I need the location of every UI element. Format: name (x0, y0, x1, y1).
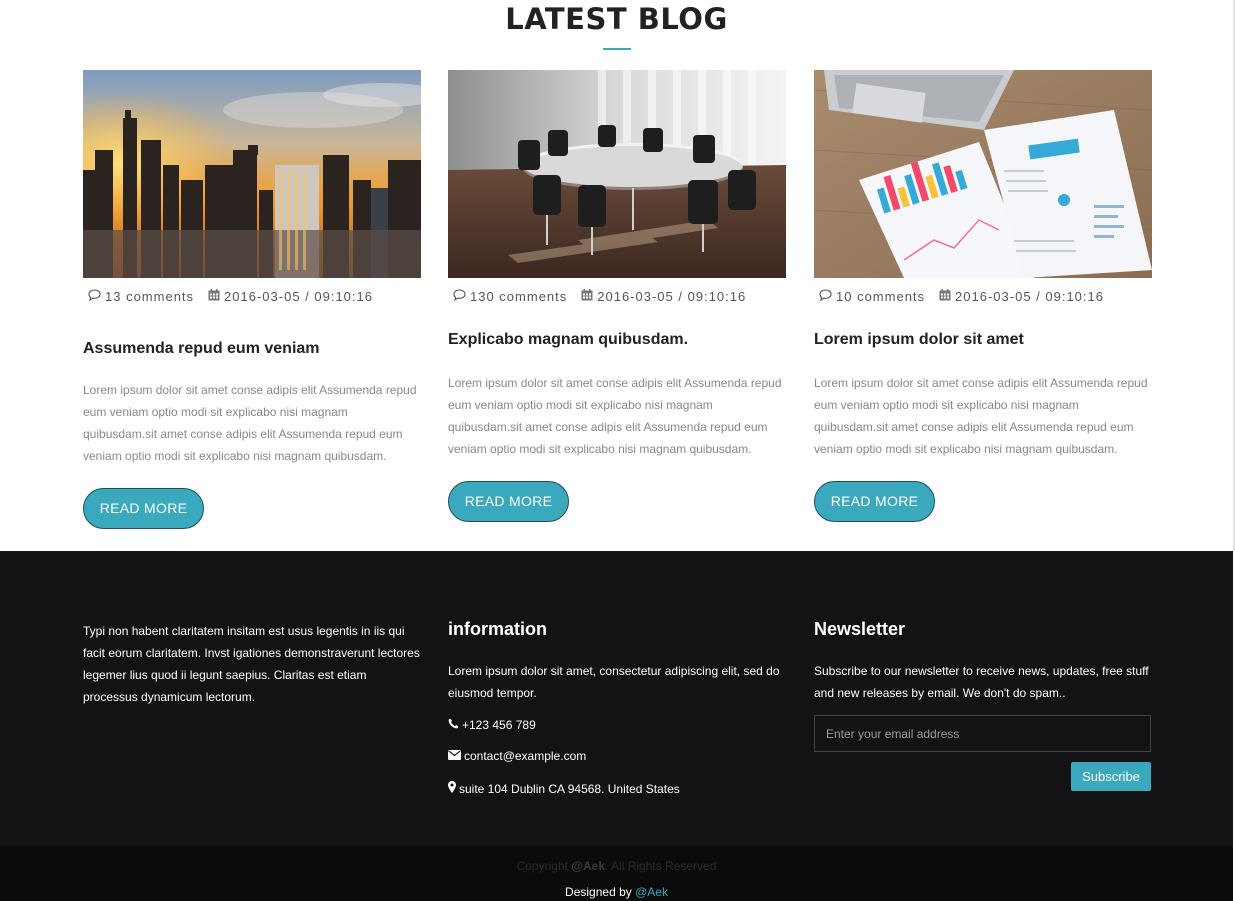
post-title[interactable]: Lorem ipsum dolor sit amet (814, 331, 1024, 349)
post-meta: 10 comments 2016-03-05 / 09:10:16 (819, 289, 1104, 304)
address-line: suite 104 Dublin CA 94568. United States (448, 781, 680, 796)
post-date: 2016-03-05 / 09:10:16 (224, 289, 373, 304)
blog-card: 13 comments 2016-03-05 / 09:10:16 Assume… (83, 70, 421, 529)
post-date: 2016-03-05 / 09:10:16 (955, 289, 1104, 304)
information-text: Lorem ipsum dolor sit amet, consectetur … (448, 664, 780, 700)
laptop-charts-image[interactable] (814, 70, 1152, 278)
footer-about-text: Typi non habent claritatem insitam est u… (83, 624, 420, 704)
phone-line: +123 456 789 (448, 718, 536, 732)
calendar-icon (939, 289, 951, 304)
post-meta: 13 comments 2016-03-05 / 09:10:16 (88, 289, 373, 304)
comments-count[interactable]: 13 comments (105, 289, 194, 304)
post-title[interactable]: Explicabo magnam quibusdam. (448, 331, 688, 349)
blog-card: 10 comments 2016-03-05 / 09:10:16 Lorem … (814, 70, 1152, 522)
envelope-icon (448, 749, 461, 763)
subscribe-button[interactable]: Subscribe (1071, 762, 1151, 791)
designer-link[interactable]: @Aek (635, 885, 668, 899)
page: LATEST BLOG 13 comments 2016-03-05 / 09:… (0, 0, 1235, 901)
phone-icon (448, 718, 459, 732)
newsletter-email-input[interactable] (814, 715, 1151, 752)
comment-icon (88, 289, 101, 304)
read-more-button[interactable]: READ MORE (448, 481, 569, 522)
post-excerpt: Lorem ipsum dolor sit amet conse adipis … (814, 376, 1148, 456)
email-line: contact@example.com (448, 749, 586, 763)
newsletter-text: Subscribe to our newsletter to receive n… (814, 664, 1149, 700)
designed-by-text: Designed by @Aek (565, 885, 668, 899)
comment-icon (453, 289, 466, 304)
read-more-button[interactable]: READ MORE (83, 488, 204, 529)
post-excerpt: Lorem ipsum dolor sit amet conse adipis … (83, 383, 417, 463)
section-title: LATEST BLOG (505, 2, 728, 36)
footer: Typi non habent claritatem insitam est u… (0, 551, 1233, 846)
calendar-icon (581, 289, 593, 304)
post-title[interactable]: Assumenda repud eum veniam (83, 340, 320, 358)
comments-count[interactable]: 10 comments (836, 289, 925, 304)
newsletter-heading: Newsletter (814, 619, 906, 639)
latest-blog-section: LATEST BLOG 13 comments 2016-03-05 / 09:… (0, 0, 1233, 551)
comment-icon (819, 289, 832, 304)
address: suite 104 Dublin CA 94568. United States (459, 781, 680, 796)
copyright-brand: @Aek (571, 859, 606, 873)
information-heading: information (448, 619, 547, 639)
post-date: 2016-03-05 / 09:10:16 (597, 289, 747, 304)
copyright-bar: Copyright @Aek. All Rights Reserved Desi… (0, 846, 1233, 901)
calendar-icon (208, 289, 220, 304)
city-skyline-sunset-image[interactable] (83, 70, 421, 278)
conference-room-image[interactable] (448, 70, 786, 278)
blog-card: 130 comments 2016-03-05 / 09:10:16 Expli… (448, 70, 786, 522)
read-more-button[interactable]: READ MORE (814, 481, 935, 522)
title-underline (603, 48, 631, 50)
copyright-text: Copyright @Aek. All Rights Reserved (516, 859, 717, 873)
map-marker-icon (448, 781, 456, 796)
contact-email[interactable]: contact@example.com (464, 749, 586, 763)
phone-number[interactable]: +123 456 789 (462, 718, 536, 732)
post-meta: 130 comments 2016-03-05 / 09:10:16 (453, 289, 746, 304)
comments-count[interactable]: 130 comments (470, 289, 567, 304)
post-excerpt: Lorem ipsum dolor sit amet conse adipis … (448, 376, 782, 456)
